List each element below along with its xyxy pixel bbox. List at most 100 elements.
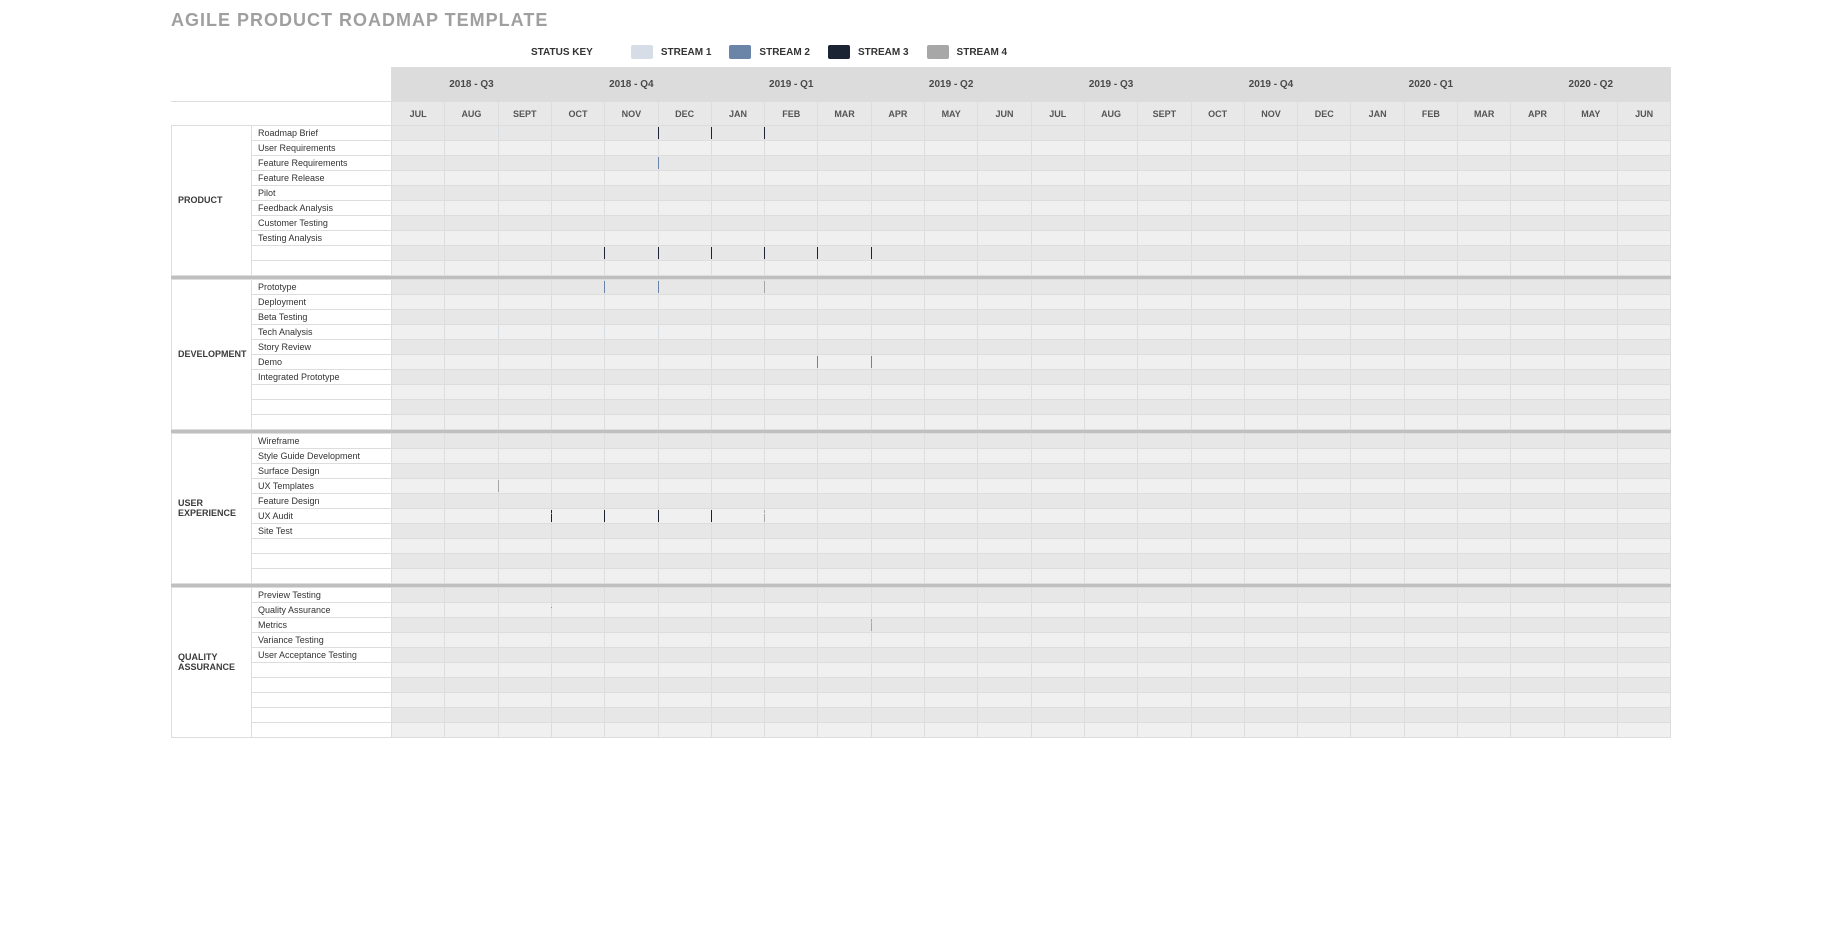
- timeline-cell[interactable]: [498, 479, 551, 494]
- timeline-cell[interactable]: [765, 370, 818, 385]
- timeline-cell[interactable]: [658, 171, 711, 186]
- timeline-cell[interactable]: [605, 693, 658, 708]
- timeline-cell[interactable]: [498, 385, 551, 400]
- timeline-cell[interactable]: [1244, 479, 1297, 494]
- timeline-cell[interactable]: [818, 678, 871, 693]
- timeline-cell[interactable]: [711, 434, 764, 449]
- timeline-cell[interactable]: [1458, 415, 1511, 430]
- timeline-cell[interactable]: [1404, 603, 1457, 618]
- timeline-cell[interactable]: [1191, 370, 1244, 385]
- timeline-cell[interactable]: [871, 280, 924, 295]
- timeline-cell[interactable]: [498, 231, 551, 246]
- timeline-cell[interactable]: [765, 569, 818, 584]
- timeline-cell[interactable]: [498, 693, 551, 708]
- timeline-cell[interactable]: [1404, 400, 1457, 415]
- timeline-cell[interactable]: [392, 678, 445, 693]
- timeline-cell[interactable]: [1617, 231, 1670, 246]
- timeline-cell[interactable]: [1617, 539, 1670, 554]
- timeline-cell[interactable]: [392, 693, 445, 708]
- timeline-cell[interactable]: [1404, 216, 1457, 231]
- timeline-cell[interactable]: [978, 156, 1031, 171]
- timeline-cell[interactable]: [1404, 509, 1457, 524]
- timeline-cell[interactable]: [1511, 156, 1564, 171]
- timeline-cell[interactable]: [551, 464, 604, 479]
- timeline-cell[interactable]: [925, 246, 978, 261]
- timeline-cell[interactable]: [445, 509, 498, 524]
- timeline-cell[interactable]: [1031, 618, 1084, 633]
- timeline-cell[interactable]: [1404, 201, 1457, 216]
- timeline-cell[interactable]: [1404, 554, 1457, 569]
- timeline-cell[interactable]: [1191, 340, 1244, 355]
- timeline-cell[interactable]: [765, 708, 818, 723]
- timeline-cell[interactable]: [925, 141, 978, 156]
- timeline-cell[interactable]: [551, 554, 604, 569]
- timeline-cell[interactable]: [1191, 261, 1244, 276]
- timeline-cell[interactable]: [925, 708, 978, 723]
- timeline-cell[interactable]: [1617, 723, 1670, 738]
- timeline-cell[interactable]: [1031, 539, 1084, 554]
- timeline-cell[interactable]: [605, 588, 658, 603]
- timeline-cell[interactable]: [392, 434, 445, 449]
- timeline-cell[interactable]: [818, 171, 871, 186]
- timeline-cell[interactable]: [498, 310, 551, 325]
- timeline-cell[interactable]: [1458, 603, 1511, 618]
- timeline-cell[interactable]: [1191, 310, 1244, 325]
- timeline-cell[interactable]: [605, 231, 658, 246]
- timeline-cell[interactable]: [551, 261, 604, 276]
- timeline-cell[interactable]: [1564, 554, 1617, 569]
- timeline-cell[interactable]: [1138, 569, 1191, 584]
- timeline-cell[interactable]: [445, 524, 498, 539]
- timeline-cell[interactable]: [711, 648, 764, 663]
- timeline-cell[interactable]: [1351, 618, 1404, 633]
- timeline-cell[interactable]: [765, 186, 818, 201]
- timeline-cell[interactable]: [1031, 588, 1084, 603]
- timeline-cell[interactable]: [1617, 295, 1670, 310]
- timeline-cell[interactable]: [978, 434, 1031, 449]
- timeline-cell[interactable]: [978, 261, 1031, 276]
- timeline-cell[interactable]: [392, 400, 445, 415]
- timeline-cell[interactable]: [658, 494, 711, 509]
- timeline-cell[interactable]: [1564, 723, 1617, 738]
- timeline-cell[interactable]: [1404, 171, 1457, 186]
- timeline-cell[interactable]: [1617, 693, 1670, 708]
- timeline-cell[interactable]: [871, 648, 924, 663]
- timeline-cell[interactable]: [1564, 494, 1617, 509]
- timeline-cell[interactable]: [1138, 509, 1191, 524]
- timeline-cell[interactable]: [1404, 246, 1457, 261]
- timeline-cell[interactable]: [711, 280, 764, 295]
- timeline-cell[interactable]: [392, 449, 445, 464]
- timeline-cell[interactable]: [498, 261, 551, 276]
- timeline-cell[interactable]: [1244, 633, 1297, 648]
- timeline-cell[interactable]: [1138, 539, 1191, 554]
- timeline-cell[interactable]: [1138, 648, 1191, 663]
- timeline-cell[interactable]: [1404, 708, 1457, 723]
- timeline-cell[interactable]: [765, 524, 818, 539]
- timeline-cell[interactable]: [445, 340, 498, 355]
- timeline-cell[interactable]: [818, 539, 871, 554]
- timeline-cell[interactable]: [498, 494, 551, 509]
- timeline-cell[interactable]: [498, 186, 551, 201]
- timeline-cell[interactable]: [871, 708, 924, 723]
- timeline-cell[interactable]: [1404, 524, 1457, 539]
- timeline-cell[interactable]: [445, 633, 498, 648]
- timeline-cell[interactable]: [871, 141, 924, 156]
- timeline-cell[interactable]: [925, 464, 978, 479]
- timeline-cell[interactable]: [392, 201, 445, 216]
- timeline-cell[interactable]: [1458, 723, 1511, 738]
- timeline-cell[interactable]: [925, 648, 978, 663]
- timeline-cell[interactable]: [1351, 708, 1404, 723]
- timeline-cell[interactable]: [1564, 434, 1617, 449]
- timeline-cell[interactable]: [925, 310, 978, 325]
- timeline-cell[interactable]: [658, 693, 711, 708]
- timeline-cell[interactable]: [1404, 479, 1457, 494]
- timeline-cell[interactable]: [1084, 663, 1137, 678]
- timeline-cell[interactable]: [978, 186, 1031, 201]
- timeline-cell[interactable]: [658, 186, 711, 201]
- timeline-cell[interactable]: [1244, 449, 1297, 464]
- timeline-cell[interactable]: [1244, 554, 1297, 569]
- timeline-cell[interactable]: TEXT: [392, 618, 445, 633]
- timeline-cell[interactable]: [1298, 400, 1351, 415]
- timeline-cell[interactable]: [1031, 246, 1084, 261]
- timeline-cell[interactable]: [711, 201, 764, 216]
- timeline-cell[interactable]: [1564, 569, 1617, 584]
